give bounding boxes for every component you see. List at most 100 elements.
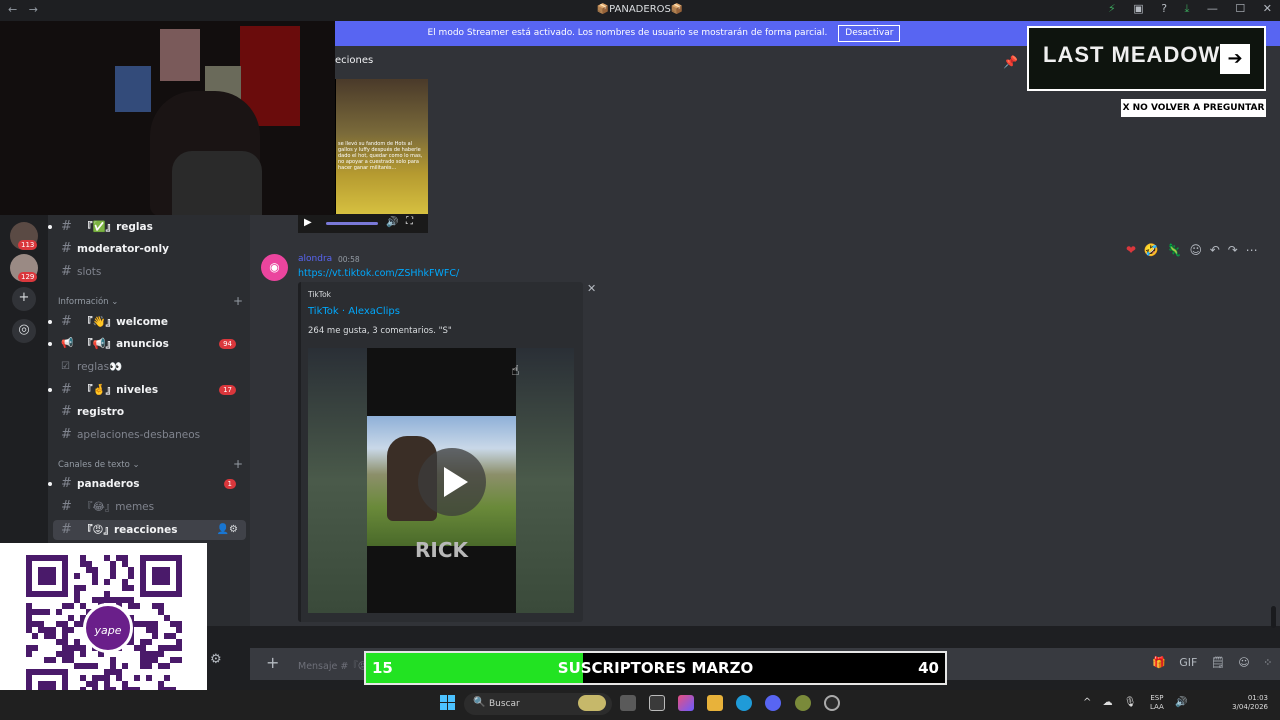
gift-icon[interactable]: 🎁 [1152, 656, 1166, 669]
channel-item[interactable]: 📢 『📢』anuncios 94 [48, 334, 246, 354]
ad-dismiss-button[interactable]: X NO VOLVER A PREGUNTAR [1121, 99, 1266, 117]
message-username[interactable]: alondra [298, 254, 332, 264]
qr-module [146, 663, 152, 669]
channel-item[interactable]: # slots [53, 262, 246, 282]
channel-item-active[interactable]: # 『😡』reacciones 👤⚙ [53, 520, 246, 540]
qr-module [80, 663, 86, 669]
video-overlay-text: RICK [414, 538, 469, 562]
language-indicator[interactable]: ESP LAA [1150, 694, 1164, 712]
video-caption: se llevó su fandom de Hots al gallos y l… [338, 141, 423, 171]
qr-module [38, 609, 44, 615]
channel-item[interactable]: ☑ reglas👀 [53, 357, 246, 377]
unread-dot [48, 225, 52, 229]
channel-item[interactable]: # panaderos 1 [48, 474, 246, 494]
qr-module [44, 627, 50, 633]
sticker-icon[interactable]: 🗒 [1211, 656, 1225, 669]
last-meadow-ad[interactable]: LAST MEADOW ➔ [1027, 26, 1266, 91]
reply-icon[interactable]: ↶ [1210, 243, 1220, 257]
attach-plus-icon[interactable]: + [266, 653, 279, 672]
file-explorer-icon[interactable] [707, 695, 723, 711]
boost-icon[interactable]: ⚡ [1108, 2, 1116, 15]
embed-video-player[interactable]: RICK [308, 348, 574, 613]
qr-module [140, 651, 146, 657]
edge-icon[interactable] [736, 695, 752, 711]
channel-item[interactable]: # moderator-only [53, 239, 246, 259]
microphone-icon[interactable]: 🎙 [1124, 697, 1137, 708]
help-icon[interactable]: ? [1161, 2, 1167, 15]
server-mention-badge: 113 [18, 240, 38, 250]
onedrive-icon[interactable]: ☁ [1103, 697, 1113, 708]
add-channel-icon[interactable]: + [233, 457, 243, 471]
category-informacion[interactable]: Información ⌄ + [58, 294, 243, 308]
download-icon[interactable]: ⤓ [1185, 2, 1190, 15]
close-button[interactable]: ✕ [1263, 2, 1272, 15]
add-server-button[interactable]: + [12, 287, 36, 311]
channel-name: apelaciones-desbaneos [77, 429, 201, 441]
channel-name: panaderos [77, 478, 140, 490]
obs-icon[interactable] [824, 695, 840, 711]
disable-streamer-mode-button[interactable]: Desactivar [838, 25, 901, 42]
tray-overflow-icon[interactable]: ^ [1083, 697, 1091, 708]
channel-name: 『👋』welcome [82, 316, 168, 328]
embed-close-icon[interactable]: ✕ [587, 282, 596, 295]
message-link[interactable]: https://vt.tiktok.com/ZSHhkFWFC/ [298, 268, 459, 279]
taskbar-widget-icon[interactable] [578, 695, 606, 711]
play-button[interactable] [418, 448, 486, 516]
qr-module [170, 621, 176, 627]
more-options-icon[interactable]: ⋯ [1246, 243, 1258, 257]
video-progress-bar[interactable] [326, 222, 378, 225]
ad-arrow-icon[interactable]: ➔ [1220, 44, 1250, 74]
channel-item[interactable]: # 『✅』reglas [48, 217, 246, 237]
forward-icon[interactable]: ↷ [1228, 243, 1238, 257]
qr-module [176, 657, 182, 663]
copilot-icon[interactable] [678, 695, 694, 711]
heart-reaction-icon[interactable]: ❤ [1126, 243, 1136, 257]
channel-item[interactable]: # 『😂』memes [53, 497, 246, 517]
qr-module [176, 645, 182, 651]
apps-icon[interactable]: ⁘ [1263, 656, 1272, 669]
play-icon[interactable]: ▶ [304, 217, 312, 228]
qr-module [98, 597, 104, 603]
channel-actions-icons[interactable]: 👤⚙ [217, 520, 238, 540]
discover-icon[interactable]: ◎ [12, 319, 36, 343]
channel-item[interactable]: # apelaciones-desbaneos [53, 425, 246, 445]
windows-start-icon[interactable] [440, 695, 456, 711]
search-icon: 🔍 [473, 697, 486, 708]
channel-name: 『😡』reacciones [82, 524, 178, 536]
channel-item[interactable]: # 『🤞』niveles 17 [48, 380, 246, 400]
inbox-icon[interactable]: ▣ [1133, 2, 1143, 15]
lizard-reaction-icon[interactable]: 🦎 [1167, 243, 1182, 257]
qr-module [140, 621, 146, 627]
task-view-icon[interactable] [620, 695, 636, 711]
emoji-icon[interactable]: ☺ [1238, 656, 1249, 669]
user-settings-gear-icon[interactable]: ⚙ [210, 652, 222, 667]
volume-icon[interactable]: 🔊 [386, 217, 398, 228]
clock-date: 3/04/2026 [1232, 703, 1268, 711]
add-channel-icon[interactable]: + [233, 294, 243, 308]
add-reaction-icon[interactable]: ☺ [1189, 243, 1202, 257]
qr-module [26, 615, 32, 621]
maximize-button[interactable]: ☐ [1235, 2, 1245, 15]
fullscreen-icon[interactable]: ⛶ [406, 216, 413, 227]
game-app-icon[interactable] [795, 695, 811, 711]
store-icon[interactable] [649, 695, 665, 711]
taskbar-clock[interactable]: 01:03 3/04/2026 [1228, 694, 1268, 712]
qr-module [116, 669, 122, 675]
discord-icon[interactable] [765, 695, 781, 711]
avatar[interactable]: ◉ [261, 254, 288, 281]
qr-module [92, 681, 98, 687]
qr-module [122, 597, 128, 603]
minimize-button[interactable]: — [1207, 2, 1218, 15]
channel-item[interactable]: # 『👋』welcome [48, 312, 246, 332]
qr-module [38, 627, 44, 633]
embed-title-link[interactable]: TikTok · AlexaClips [308, 306, 400, 317]
pin-icon[interactable]: 📌 [1003, 55, 1018, 69]
chat-scrollbar[interactable] [1271, 606, 1276, 628]
volume-tray-icon[interactable]: 🔊 [1175, 697, 1187, 708]
category-canales-de-texto[interactable]: Canales de texto ⌄ + [58, 457, 243, 471]
qr-module [122, 663, 128, 669]
channel-item[interactable]: # registro [53, 402, 246, 422]
laughing-reaction-icon[interactable]: 🤣 [1144, 243, 1159, 257]
embed-provider: TikTok [308, 290, 332, 299]
gif-icon[interactable]: GIF [1179, 656, 1197, 669]
